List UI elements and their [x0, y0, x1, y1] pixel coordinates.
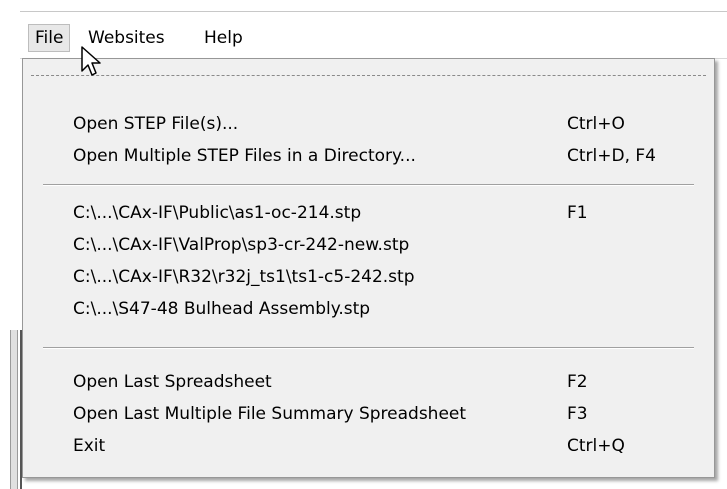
- menu-item-open-multiple-step-files[interactable]: Open Multiple STEP Files in a Directory.…: [23, 140, 714, 172]
- menu-help[interactable]: Help: [198, 24, 249, 52]
- menu-item-label: Open STEP File(s)...: [73, 114, 239, 134]
- menu-bar: File Websites Help: [20, 18, 727, 59]
- menu-separator: [43, 184, 694, 186]
- background-scrollbar: [10, 330, 18, 489]
- menu-item-open-last-summary-spreadsheet[interactable]: Open Last Multiple File Summary Spreadsh…: [23, 398, 714, 430]
- window-top-edge: [0, 0, 727, 12]
- menu-item-shortcut: F2: [567, 372, 588, 392]
- menu-item-recent-file-2[interactable]: C:\...\CAx-IF\ValProp\sp3-cr-242-new.stp: [23, 229, 714, 261]
- file-dropdown-menu: Open STEP File(s)... Ctrl+O Open Multipl…: [22, 58, 715, 478]
- menu-item-label: Open Last Multiple File Summary Spreadsh…: [73, 404, 467, 424]
- menu-item-shortcut: F1: [567, 203, 588, 223]
- menu-item-label: C:\...\S47-48 Bulhead Assembly.stp: [73, 299, 371, 319]
- tearoff-line[interactable]: [31, 75, 706, 76]
- menu-item-label: C:\...\CAx-IF\ValProp\sp3-cr-242-new.stp: [73, 235, 410, 255]
- menu-file[interactable]: File: [28, 24, 71, 52]
- menu-item-label: Open Multiple STEP Files in a Directory.…: [73, 146, 416, 166]
- menu-item-open-step-files[interactable]: Open STEP File(s)... Ctrl+O: [23, 108, 714, 140]
- arrow-pointer-icon: [81, 46, 101, 76]
- menu-item-label: C:\...\CAx-IF\Public\as1-oc-214.stp: [73, 203, 362, 223]
- menu-item-recent-file-1[interactable]: C:\...\CAx-IF\Public\as1-oc-214.stp F1: [23, 197, 714, 229]
- menu-item-label: C:\...\CAx-IF\R32\r32j_ts1\ts1-c5-242.st…: [73, 267, 415, 287]
- menu-item-shortcut: Ctrl+Q: [567, 436, 625, 456]
- menu-item-shortcut: Ctrl+D, F4: [567, 146, 656, 166]
- menu-item-exit[interactable]: Exit Ctrl+Q: [23, 430, 714, 462]
- menu-item-shortcut: Ctrl+O: [567, 114, 625, 134]
- menu-item-shortcut: F3: [567, 404, 588, 424]
- menu-item-label: Open Last Spreadsheet: [73, 372, 272, 392]
- menu-item-recent-file-4[interactable]: C:\...\S47-48 Bulhead Assembly.stp: [23, 293, 714, 325]
- menu-item-open-last-spreadsheet[interactable]: Open Last Spreadsheet F2: [23, 366, 714, 398]
- menu-item-recent-file-3[interactable]: C:\...\CAx-IF\R32\r32j_ts1\ts1-c5-242.st…: [23, 261, 714, 293]
- menu-item-label: Exit: [73, 436, 106, 456]
- menu-separator: [43, 347, 694, 349]
